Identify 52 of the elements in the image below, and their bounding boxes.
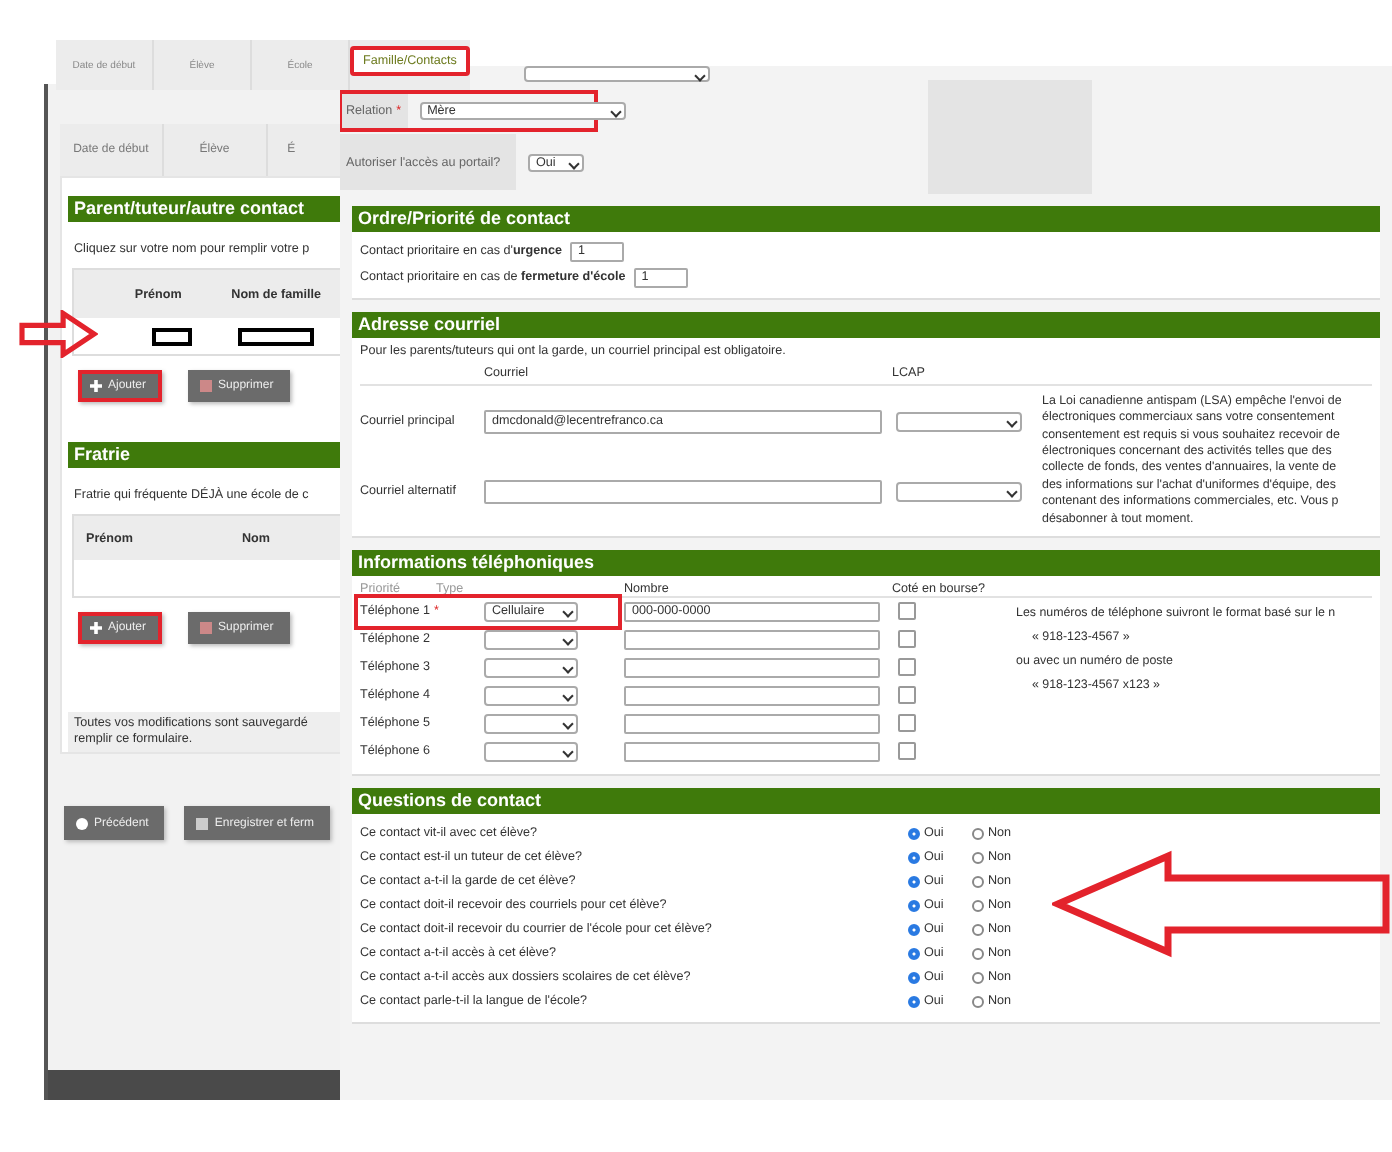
checkbox[interactable] (898, 686, 916, 705)
section-header: Informations téléphoniques (352, 549, 1380, 576)
chevron-icon (562, 606, 574, 618)
section-header: Ordre/Priorité de contact (352, 206, 1380, 232)
radio-button[interactable] (972, 875, 984, 888)
phone-type-dropdown[interactable] (484, 685, 578, 706)
chevron-icon (562, 746, 574, 758)
checkbox[interactable] (898, 714, 916, 733)
radio-button[interactable] (908, 851, 920, 864)
dropdown[interactable] (524, 66, 710, 82)
checkbox[interactable] (898, 602, 916, 621)
section-header: Adresse courriel (352, 312, 1380, 338)
phone-type-dropdown[interactable] (484, 657, 578, 678)
phone-number-input[interactable] (624, 629, 880, 650)
phone-type-dropdown[interactable] (484, 741, 578, 762)
phone-number-input[interactable] (624, 713, 880, 734)
radio-button[interactable] (908, 971, 920, 984)
chevron-icon (609, 106, 621, 118)
phone-type-dropdown[interactable] (484, 713, 578, 734)
chevron-icon (562, 718, 574, 730)
radio-button[interactable] (908, 923, 920, 936)
checkbox[interactable] (898, 658, 916, 677)
checkbox[interactable] (898, 742, 916, 761)
radio-button[interactable] (908, 875, 920, 888)
chevron-icon (694, 70, 706, 82)
checkbox[interactable] (898, 630, 916, 649)
radio-button[interactable] (908, 827, 920, 840)
phone-number-input[interactable] (624, 657, 880, 678)
radio-button[interactable] (972, 971, 984, 984)
chevron-icon (562, 690, 574, 702)
chevron-icon (562, 662, 574, 674)
radio-button[interactable] (908, 947, 920, 960)
radio-button[interactable] (972, 947, 984, 960)
email-input[interactable] (484, 479, 882, 503)
lcap-dropdown[interactable] (896, 411, 1022, 431)
plus-icon (90, 622, 102, 634)
radio-button[interactable] (972, 995, 984, 1008)
radio-button[interactable] (972, 827, 984, 840)
chevron-icon (562, 634, 574, 646)
radio-button[interactable] (972, 851, 984, 864)
phone-type-dropdown[interactable] (484, 629, 578, 650)
lcap-dropdown[interactable] (896, 481, 1022, 501)
radio-button[interactable] (908, 899, 920, 912)
plus-icon (90, 380, 102, 392)
section-header: Parent/tuteur/autre contact (68, 196, 346, 222)
section-header: Questions de contact (352, 787, 1380, 814)
radio-button[interactable] (972, 899, 984, 912)
phone-number-input[interactable] (624, 741, 880, 762)
radio-button[interactable] (908, 995, 920, 1008)
phone-number-input[interactable] (624, 685, 880, 706)
section-header: Fratrie (68, 442, 346, 468)
radio-button[interactable] (972, 923, 984, 936)
